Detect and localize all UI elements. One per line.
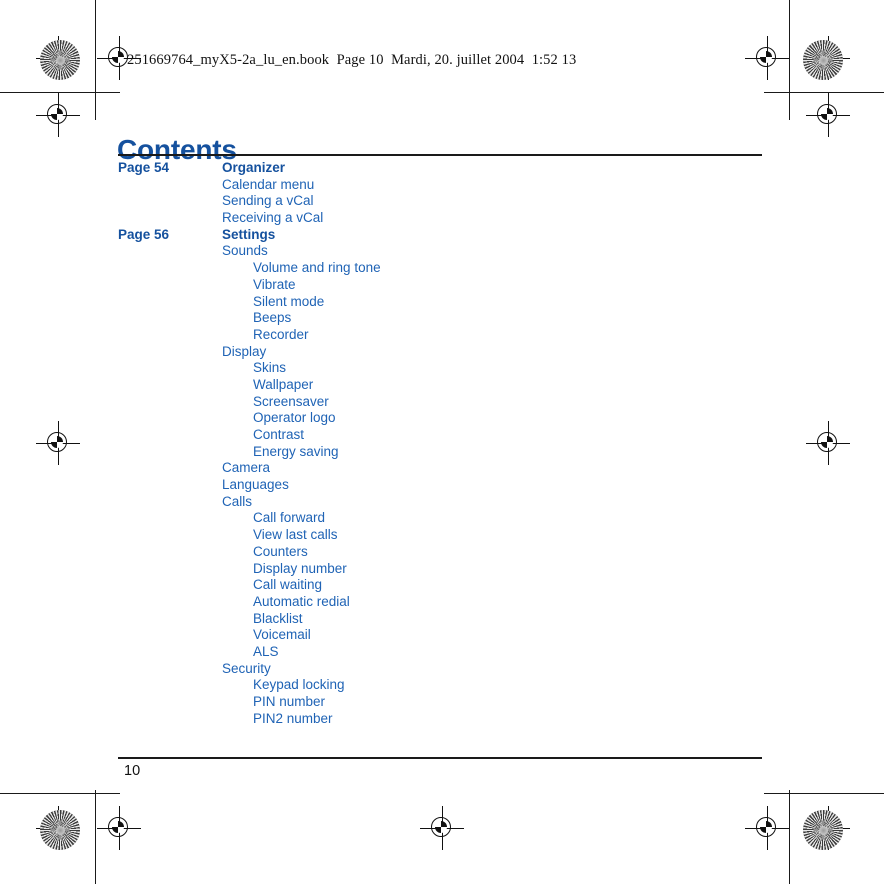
- toc-row: Calls: [0, 494, 884, 511]
- toc-entry[interactable]: Screensaver: [222, 394, 329, 411]
- toc-entry[interactable]: Beeps: [222, 310, 291, 327]
- toc-row: Call waiting: [0, 577, 884, 594]
- toc-entry[interactable]: PIN number: [222, 694, 325, 711]
- toc-row: Energy saving: [0, 444, 884, 461]
- toc-entry[interactable]: Receiving a vCal: [222, 210, 323, 227]
- toc-row: Sending a vCal: [0, 193, 884, 210]
- toc-row: Keypad locking: [0, 677, 884, 694]
- toc-entry[interactable]: Energy saving: [222, 444, 339, 461]
- toc-row: Silent mode: [0, 294, 884, 311]
- toc-row: Page 54 Organizer: [0, 160, 884, 177]
- toc-row: Recorder: [0, 327, 884, 344]
- toc-row: Counters: [0, 544, 884, 561]
- trim-line-right-lower: [789, 790, 790, 884]
- toc-row: Blacklist: [0, 611, 884, 628]
- toc-entry[interactable]: Call forward: [222, 510, 325, 527]
- registration-mark-bottom-left-inner: [97, 806, 141, 850]
- toc-entry[interactable]: Call waiting: [222, 577, 322, 594]
- toc-row: Languages: [0, 477, 884, 494]
- toc-row: Skins: [0, 360, 884, 377]
- registration-mark-upper-left: [36, 93, 80, 137]
- toc-row: ALS: [0, 644, 884, 661]
- toc-entry[interactable]: Operator logo: [222, 410, 336, 427]
- registration-mark-top-left-outer: [36, 36, 80, 80]
- toc-row: Sounds: [0, 243, 884, 260]
- trim-line-left: [95, 0, 96, 120]
- toc-entry[interactable]: Volume and ring tone: [222, 260, 381, 277]
- toc-entry[interactable]: Skins: [222, 360, 286, 377]
- trim-line-bottom-left: [0, 793, 120, 794]
- toc-entry[interactable]: Camera: [222, 460, 270, 477]
- toc-entry[interactable]: Vibrate: [222, 277, 296, 294]
- toc-entry[interactable]: Display number: [222, 561, 347, 578]
- toc-row: Wallpaper: [0, 377, 884, 394]
- toc-entry[interactable]: ALS: [222, 644, 279, 661]
- toc-entry[interactable]: Sounds: [222, 243, 268, 260]
- toc-entry[interactable]: Display: [222, 344, 266, 361]
- toc-row: PIN number: [0, 694, 884, 711]
- toc-entry[interactable]: Contrast: [222, 427, 304, 444]
- table-of-contents: Page 54 Organizer Calendar menu Sending a v…: [0, 160, 884, 727]
- toc-row: Security: [0, 661, 884, 678]
- toc-entry[interactable]: Recorder: [222, 327, 309, 344]
- registration-mark-bottom-right-inner: [745, 806, 789, 850]
- toc-row: Screensaver: [0, 394, 884, 411]
- toc-row: Beeps: [0, 310, 884, 327]
- toc-row: Operator logo: [0, 410, 884, 427]
- toc-entry[interactable]: Blacklist: [222, 611, 303, 628]
- registration-mark-bottom-right-outer: [806, 806, 850, 850]
- toc-entry[interactable]: Voicemail: [222, 627, 311, 644]
- registration-mark-bottom-left-outer: [36, 806, 80, 850]
- toc-group: Page 56 Settings Sounds Volume and ring ton…: [0, 227, 884, 728]
- toc-entry[interactable]: View last calls: [222, 527, 338, 544]
- toc-section-heading[interactable]: Settings: [222, 227, 275, 244]
- toc-row: Page 56 Settings: [0, 227, 884, 244]
- registration-mark-top-right-inner: [745, 36, 789, 80]
- registration-mark-upper-right: [806, 93, 850, 137]
- toc-entry[interactable]: Automatic redial: [222, 594, 350, 611]
- toc-entry[interactable]: PIN2 number: [222, 711, 333, 728]
- toc-row: Automatic redial: [0, 594, 884, 611]
- toc-row: Call forward: [0, 510, 884, 527]
- toc-entry[interactable]: Sending a vCal: [222, 193, 314, 210]
- resolution-star-top-left: [40, 40, 80, 80]
- toc-row: Camera: [0, 460, 884, 477]
- toc-page-reference: Page 54: [118, 160, 170, 175]
- resolution-star-bottom-right: [803, 810, 843, 850]
- toc-row: Contrast: [0, 427, 884, 444]
- registration-mark-top-right-outer: [806, 36, 850, 80]
- toc-row: Volume and ring tone: [0, 260, 884, 277]
- toc-entry[interactable]: Counters: [222, 544, 308, 561]
- resolution-star-bottom-left: [40, 810, 80, 850]
- toc-entry[interactable]: Keypad locking: [222, 677, 345, 694]
- book-header-line: 251669764_myX5-2a_lu_en.book Page 10 Mar…: [127, 52, 577, 68]
- footer-page-number: 10: [124, 763, 141, 779]
- toc-row: Display: [0, 344, 884, 361]
- toc-row: Display number: [0, 561, 884, 578]
- toc-entry[interactable]: Silent mode: [222, 294, 324, 311]
- toc-group: Page 54 Organizer Calendar menu Sending a v…: [0, 160, 884, 227]
- trim-line-top-left: [0, 92, 120, 93]
- toc-row: Calendar menu: [0, 177, 884, 194]
- toc-row: Receiving a vCal: [0, 210, 884, 227]
- toc-row: Vibrate: [0, 277, 884, 294]
- trim-line-right: [789, 0, 790, 120]
- toc-row: View last calls: [0, 527, 884, 544]
- registration-mark-bottom-center: [420, 806, 464, 850]
- toc-page-reference: Page 56: [118, 226, 170, 242]
- footer-rule: [118, 757, 762, 759]
- toc-row: Voicemail: [0, 627, 884, 644]
- toc-entry[interactable]: Security: [222, 661, 271, 678]
- toc-section-heading[interactable]: Organizer: [222, 160, 285, 177]
- resolution-star-top-right: [803, 40, 843, 80]
- toc-entry[interactable]: Calls: [222, 494, 252, 511]
- trim-line-bottom-right: [764, 793, 884, 794]
- toc-row: PIN2 number: [0, 711, 884, 728]
- header-rule: [118, 154, 762, 156]
- toc-entry[interactable]: Wallpaper: [222, 377, 313, 394]
- trim-line-top-right: [764, 92, 884, 93]
- toc-entry[interactable]: Languages: [222, 477, 289, 494]
- trim-line-left-lower: [95, 790, 96, 884]
- toc-entry[interactable]: Calendar menu: [222, 177, 314, 194]
